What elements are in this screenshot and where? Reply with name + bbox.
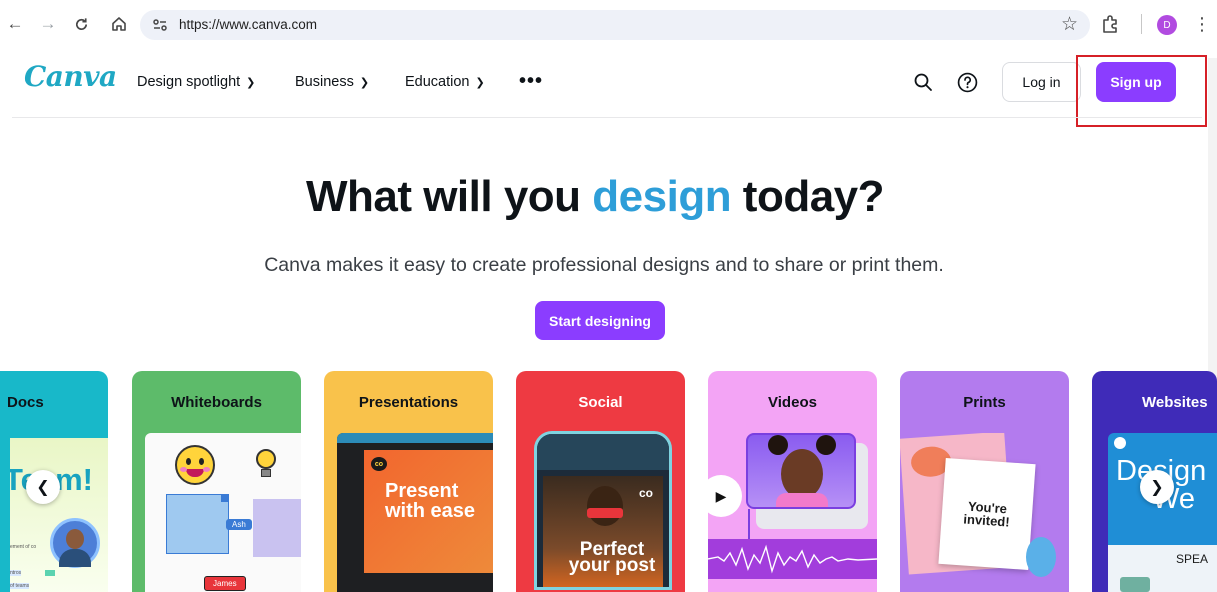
phone-topbar [537, 434, 669, 470]
nav-business[interactable]: Business ❯ [295, 74, 369, 90]
card-title: Prints [963, 394, 1006, 411]
url-text[interactable]: https://www.canva.com [179, 17, 317, 32]
card-videos[interactable]: Videos ▶ [708, 371, 877, 592]
whiteboard-preview: Ash James [145, 433, 301, 592]
hero-title: What will you design today? [0, 172, 1190, 222]
invite-card: You're invited! [938, 457, 1036, 571]
chevron-down-icon: ❯ [475, 77, 485, 89]
collaborator-tag: James [204, 576, 246, 591]
person-avatar [50, 518, 100, 568]
slide-heading: Present with ease [385, 480, 476, 522]
site-speaker-text: SPEA [1176, 552, 1209, 566]
carousel-next-button[interactable]: ❯ [1140, 470, 1174, 504]
docs-line: ement of co [10, 544, 37, 550]
chevron-down-icon: ❯ [359, 77, 370, 89]
header-divider [12, 117, 1202, 118]
docs-preview: Team! ement of co ntros of teams [10, 438, 108, 592]
card-presentations[interactable]: Presentations co Present with ease [324, 371, 493, 592]
home-icon[interactable] [108, 13, 130, 35]
profile-avatar[interactable]: D [1157, 15, 1177, 35]
forward-icon[interactable]: → [37, 13, 59, 35]
video-preview: ▶ [708, 433, 877, 592]
editor-side-toolbar [343, 449, 351, 589]
sticky-note-purple [253, 499, 301, 557]
print-preview: You're invited! [900, 433, 1069, 592]
co-logo: co [639, 486, 654, 500]
carousel-prev-button[interactable]: ❮ [26, 470, 60, 504]
card-title: Whiteboards [171, 394, 262, 411]
post-image: co Perfect your post [543, 476, 663, 587]
website-preview: Design We SPEA [1108, 433, 1217, 592]
search-icon[interactable] [911, 70, 935, 94]
browser-toolbar: ← → https://www.canva.com ☆ D ⋮ [0, 0, 1217, 52]
card-title: Websites [1142, 394, 1208, 411]
canva-logo[interactable]: Canva [24, 60, 117, 93]
card-social[interactable]: Social co Perfect your post [516, 371, 685, 592]
site-settings-icon[interactable] [150, 15, 170, 35]
start-designing-button[interactable]: Start designing [535, 301, 665, 340]
sticky-note [166, 494, 229, 554]
browser-menu-icon[interactable]: ⋮ [1193, 13, 1211, 35]
more-options-icon[interactable]: ••• [519, 70, 543, 93]
nav-label: Design spotlight [137, 74, 241, 90]
site-section: SPEA [1108, 545, 1217, 592]
docs-line: ntros [10, 570, 22, 576]
site-logo [1114, 437, 1126, 449]
back-icon[interactable]: ← [4, 13, 26, 35]
post-heading: Perfect your post [568, 539, 656, 576]
lightbulb-sticker [253, 447, 279, 479]
card-title: Social [578, 394, 623, 411]
site-header: Canva Design spotlight ❯ Business ❯ Educ… [0, 52, 1217, 118]
smiley-sticker [175, 445, 215, 485]
help-icon[interactable] [955, 70, 979, 94]
docs-tag [45, 570, 55, 576]
co-logo: co [371, 457, 387, 471]
invite-text: You're invited! [962, 498, 1011, 530]
nav-education[interactable]: Education ❯ [405, 74, 485, 90]
hero-subtitle: Canva makes it easy to create profession… [264, 254, 944, 276]
timeline-strip [708, 583, 877, 592]
hero-title-end: today? [731, 172, 885, 221]
extensions-icon[interactable] [1100, 14, 1120, 34]
video-thumbnail [746, 433, 856, 509]
address-bar[interactable]: https://www.canva.com ☆ [140, 10, 1090, 40]
card-title: Presentations [358, 394, 459, 411]
hero-title-start: What will you [305, 172, 593, 221]
reload-icon[interactable] [70, 13, 92, 35]
card-prints[interactable]: Prints You're invited! [900, 371, 1069, 592]
hero-title-accent: design [592, 172, 732, 221]
phone-preview: co Perfect your post [534, 431, 672, 590]
card-title: Docs [7, 394, 44, 411]
play-icon[interactable]: ▶ [708, 475, 742, 517]
toolbar-divider [1141, 14, 1142, 34]
collaborator-tag: Ash [226, 519, 252, 530]
card-whiteboards[interactable]: Whiteboards Ash James [132, 371, 301, 592]
login-button[interactable]: Log in [1002, 62, 1081, 102]
slide-canvas: co Present with ease [364, 450, 493, 573]
card-title: Videos [768, 394, 817, 411]
chevron-down-icon: ❯ [246, 77, 256, 89]
docs-line: of teams [10, 583, 30, 589]
nav-design-spotlight[interactable]: Design spotlight ❯ [137, 74, 255, 90]
presentation-preview: co Present with ease [337, 433, 493, 592]
cursor-handle [221, 494, 229, 502]
audio-waveform [708, 539, 877, 579]
nav-label: Education [405, 74, 470, 90]
nav-label: Business [295, 74, 354, 90]
bookmark-star-icon[interactable]: ☆ [1061, 13, 1078, 36]
editor-topbar [337, 433, 493, 443]
playhead [748, 509, 750, 539]
decor-shape [1026, 537, 1056, 577]
